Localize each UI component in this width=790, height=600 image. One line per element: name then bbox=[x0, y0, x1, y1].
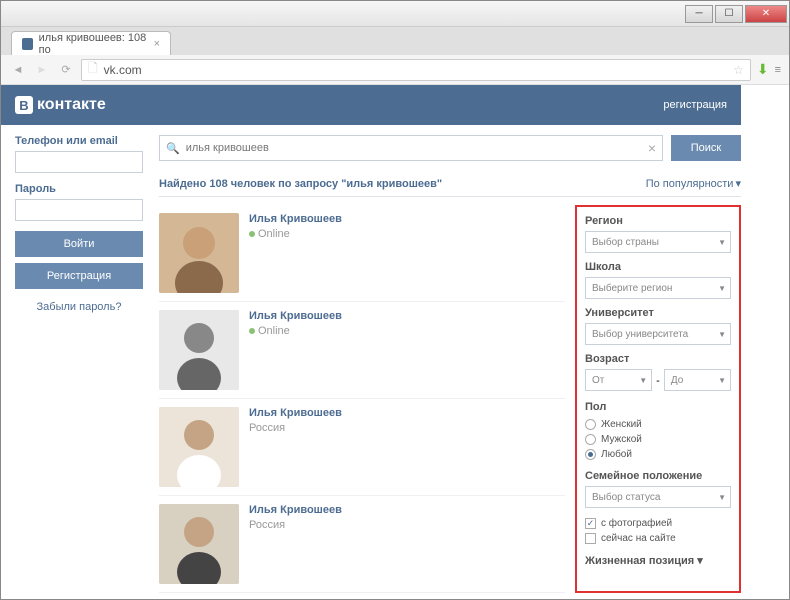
region-select[interactable]: Выбор страны▼ bbox=[585, 231, 731, 253]
result-item: Илья Кривошеев Россия bbox=[159, 496, 565, 593]
result-meta: Online bbox=[249, 228, 342, 240]
page-viewport[interactable]: В контакте регистрация Телефон или email… bbox=[1, 85, 789, 599]
chevron-down-icon: ▼ bbox=[718, 284, 726, 293]
search-icon: 🔍 bbox=[166, 142, 180, 155]
university-select[interactable]: Выбор университета▼ bbox=[585, 323, 731, 345]
online-dot-icon bbox=[249, 231, 255, 237]
chevron-down-icon: ▼ bbox=[639, 376, 647, 385]
close-button[interactable]: ✕ bbox=[745, 5, 787, 23]
chevron-down-icon: ▼ bbox=[718, 493, 726, 502]
checkbox-icon bbox=[585, 533, 596, 544]
radio-icon bbox=[585, 419, 596, 430]
sort-label: По популярности bbox=[646, 178, 734, 190]
avatar[interactable] bbox=[159, 213, 239, 293]
forgot-password-link[interactable]: Забыли пароль? bbox=[15, 301, 143, 313]
header-register-link[interactable]: регистрация bbox=[663, 99, 727, 111]
filter-university-label: Университет bbox=[585, 307, 731, 319]
results-list: Илья Кривошеев Online Илья Кривошеев Onl… bbox=[159, 205, 565, 593]
result-meta: Россия bbox=[249, 519, 342, 531]
url-text: vk.com bbox=[104, 63, 142, 77]
window-titlebar: ─ ☐ ✕ bbox=[1, 1, 789, 27]
avatar[interactable] bbox=[159, 504, 239, 584]
login-label: Телефон или email bbox=[15, 135, 143, 147]
reload-icon[interactable]: ⟳ bbox=[57, 61, 75, 79]
search-box: 🔍 × bbox=[159, 135, 663, 161]
sort-dropdown[interactable]: По популярности ▾ bbox=[646, 177, 741, 190]
radio-icon bbox=[585, 434, 596, 445]
bookmark-star-icon[interactable]: ☆ bbox=[733, 63, 744, 77]
filter-school-label: Школа bbox=[585, 261, 731, 273]
browser-tab[interactable]: илья кривошеев: 108 по × bbox=[11, 31, 171, 55]
age-to-select[interactable]: До▼ bbox=[664, 369, 731, 391]
url-input[interactable]: 🗋 vk.com ☆ bbox=[81, 59, 751, 81]
search-button[interactable]: Поиск bbox=[671, 135, 741, 161]
age-from-select[interactable]: От▼ bbox=[585, 369, 652, 391]
forward-icon[interactable]: ► bbox=[33, 61, 51, 79]
chevron-down-icon: ▼ bbox=[718, 238, 726, 247]
tab-bar: илья кривошеев: 108 по × bbox=[1, 27, 789, 55]
result-meta: Россия bbox=[249, 422, 342, 434]
logo-text: контакте bbox=[37, 96, 106, 114]
result-name[interactable]: Илья Кривошеев bbox=[249, 504, 342, 516]
avatar[interactable] bbox=[159, 310, 239, 390]
result-name[interactable]: Илья Кривошеев bbox=[249, 213, 342, 225]
life-position-toggle[interactable]: Жизненная позиция▾ bbox=[585, 554, 731, 567]
result-item: Илья Кривошеев Online bbox=[159, 205, 565, 302]
tab-title: илья кривошеев: 108 по bbox=[39, 32, 148, 56]
avatar[interactable] bbox=[159, 407, 239, 487]
login-sidebar: Телефон или email Пароль Войти Регистрац… bbox=[1, 125, 153, 599]
filter-region-label: Регион bbox=[585, 215, 731, 227]
result-name[interactable]: Илья Кривошеев bbox=[249, 310, 342, 322]
chevron-down-icon: ▾ bbox=[735, 177, 741, 190]
with-photo-checkbox[interactable]: ✓с фотографией bbox=[585, 516, 731, 531]
chevron-down-icon: ▼ bbox=[718, 330, 726, 339]
address-bar: ◄ ► ⟳ 🗋 vk.com ☆ ⬇ ≡ bbox=[1, 55, 789, 85]
result-item: Илья Кривошеев Online bbox=[159, 302, 565, 399]
result-name[interactable]: Илья Кривошеев bbox=[249, 407, 342, 419]
gender-female-radio[interactable]: Женский bbox=[585, 417, 731, 432]
register-button[interactable]: Регистрация bbox=[15, 263, 143, 289]
login-input[interactable] bbox=[15, 151, 143, 173]
search-input[interactable] bbox=[186, 142, 642, 154]
filters-panel: Регион Выбор страны▼ Школа Выберите реги… bbox=[575, 205, 741, 593]
back-icon[interactable]: ◄ bbox=[9, 61, 27, 79]
result-meta: Online bbox=[249, 325, 342, 337]
radio-icon bbox=[585, 449, 596, 460]
tab-close-icon[interactable]: × bbox=[154, 38, 160, 50]
gender-male-radio[interactable]: Мужской bbox=[585, 432, 731, 447]
school-select[interactable]: Выберите регион▼ bbox=[585, 277, 731, 299]
tab-favicon bbox=[22, 38, 33, 50]
clear-search-icon[interactable]: × bbox=[648, 140, 656, 156]
result-item: Илья Кривошеев Россия bbox=[159, 399, 565, 496]
password-label: Пароль bbox=[15, 183, 143, 195]
results-count: Найдено 108 человек по запросу "илья кри… bbox=[159, 178, 442, 190]
chevron-down-icon: ▼ bbox=[718, 376, 726, 385]
online-dot-icon bbox=[249, 328, 255, 334]
menu-icon[interactable]: ≡ bbox=[775, 64, 781, 76]
page-icon: 🗋 bbox=[88, 59, 98, 80]
chevron-down-icon: ▾ bbox=[697, 554, 703, 567]
filter-gender-label: Пол bbox=[585, 401, 731, 413]
maximize-button[interactable]: ☐ bbox=[715, 5, 743, 23]
age-separator: - bbox=[656, 375, 660, 387]
download-icon[interactable]: ⬇ bbox=[757, 61, 769, 78]
marital-select[interactable]: Выбор статуса▼ bbox=[585, 486, 731, 508]
filter-age-label: Возраст bbox=[585, 353, 731, 365]
filter-marital-label: Семейное положение bbox=[585, 470, 731, 482]
checkbox-icon: ✓ bbox=[585, 518, 596, 529]
gender-any-radio[interactable]: Любой bbox=[585, 447, 731, 462]
browser-window: ─ ☐ ✕ илья кривошеев: 108 по × ◄ ► ⟳ 🗋 v… bbox=[0, 0, 790, 600]
vk-logo[interactable]: В контакте bbox=[15, 96, 106, 114]
minimize-button[interactable]: ─ bbox=[685, 5, 713, 23]
logo-badge: В bbox=[15, 96, 33, 114]
online-now-checkbox[interactable]: сейчас на сайте bbox=[585, 531, 731, 546]
main-content: 🔍 × Поиск Найдено 108 человек по запросу… bbox=[153, 125, 741, 599]
login-button[interactable]: Войти bbox=[15, 231, 143, 257]
site-header: В контакте регистрация bbox=[1, 85, 741, 125]
password-input[interactable] bbox=[15, 199, 143, 221]
